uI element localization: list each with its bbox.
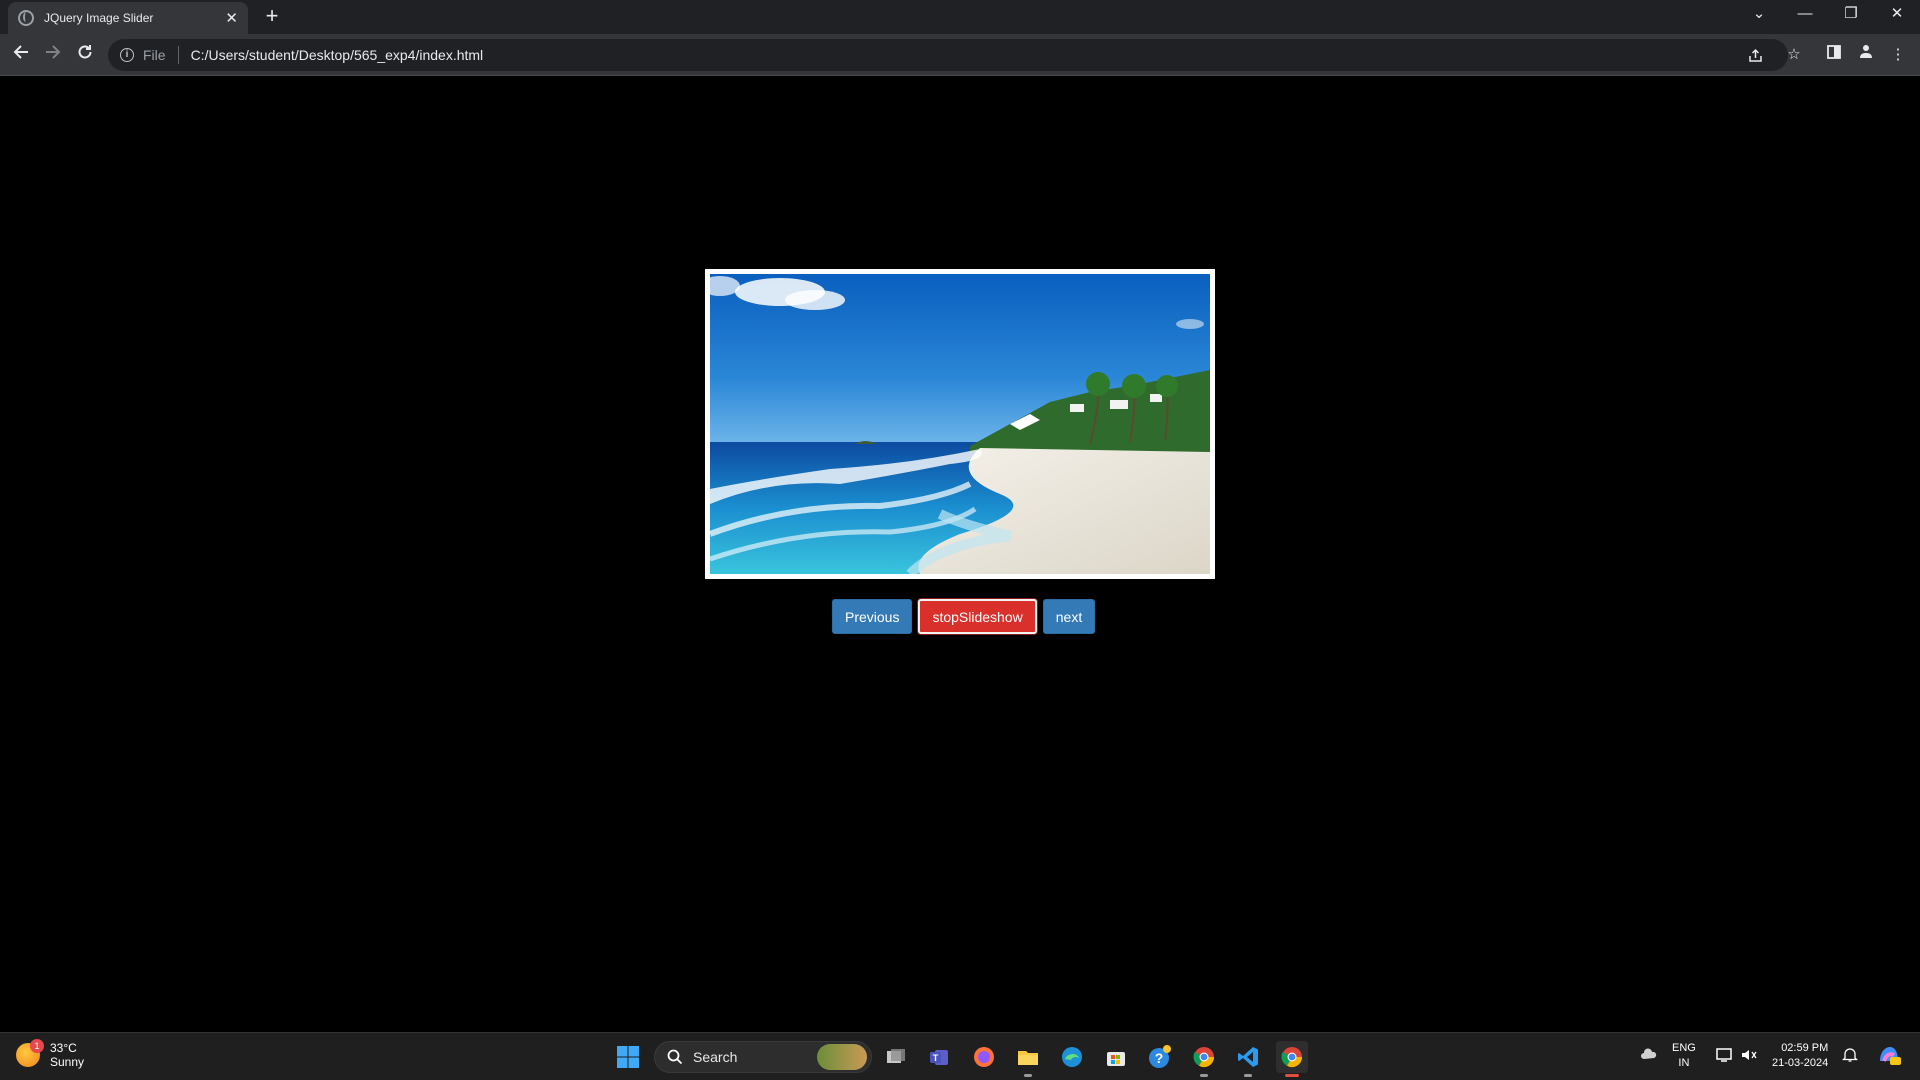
close-window-icon[interactable]: ✕: [1874, 0, 1920, 30]
windows-taskbar: 1 33°C Sunny Search T ? ENG IN 02:59 PM …: [0, 1032, 1920, 1080]
active-indicator: [1285, 1074, 1299, 1077]
language-top: ENG: [1672, 1042, 1696, 1054]
tab-title: JQuery Image Slider: [44, 11, 154, 25]
sun-icon: 1: [16, 1039, 44, 1067]
speaker-muted-icon[interactable]: [1740, 1047, 1758, 1068]
previous-button[interactable]: Previous: [832, 599, 913, 634]
svg-text:?: ?: [1155, 1050, 1164, 1066]
running-indicator: [1200, 1074, 1208, 1077]
svg-text:T: T: [933, 1053, 939, 1063]
display-icon[interactable]: [1716, 1047, 1734, 1068]
windows-start-icon[interactable]: [612, 1041, 644, 1073]
next-button[interactable]: next: [1042, 599, 1096, 634]
share-icon[interactable]: [1748, 39, 1763, 71]
clock[interactable]: 02:59 PM 21-03-2024: [1772, 1041, 1828, 1071]
browser-titlebar: JQuery Image Slider ✕ + ⌄ — ❐ ✕: [0, 0, 1920, 34]
language-indicator[interactable]: ENG IN: [1672, 1041, 1696, 1071]
notification-bell-icon[interactable]: [1841, 1047, 1859, 1068]
omnibox-divider: [177, 46, 179, 64]
chrome-active-icon[interactable]: [1276, 1041, 1308, 1077]
slider-controls: Previous stopSlideshow next: [832, 599, 1096, 634]
profile-icon[interactable]: [1852, 40, 1880, 70]
globe-icon: [18, 10, 34, 26]
search-highlight-icon: [817, 1044, 867, 1070]
url-text[interactable]: C:/Users/student/Desktop/565_exp4/index.…: [191, 47, 484, 63]
notification-badge: 1: [30, 1039, 44, 1053]
chrome-icon[interactable]: [1188, 1041, 1220, 1077]
page-viewport: Previous stopSlideshow next: [0, 77, 1920, 1032]
vscode-icon[interactable]: [1232, 1041, 1264, 1077]
search-placeholder: Search: [693, 1049, 738, 1065]
file-explorer-icon[interactable]: [1012, 1041, 1044, 1077]
restore-icon[interactable]: ❐: [1828, 0, 1874, 30]
teams-icon[interactable]: T: [924, 1041, 956, 1073]
reload-icon[interactable]: [70, 40, 100, 70]
running-indicator: [1024, 1074, 1032, 1077]
firefox-icon[interactable]: [968, 1041, 1000, 1073]
side-panel-icon[interactable]: [1820, 40, 1848, 70]
tab-search-icon[interactable]: ⌄: [1736, 0, 1782, 30]
stop-slideshow-button[interactable]: stopSlideshow: [918, 599, 1037, 634]
menu-icon[interactable]: ⋮: [1884, 40, 1912, 70]
network-cloud-icon[interactable]: [1640, 1047, 1658, 1068]
new-tab-button[interactable]: +: [258, 4, 286, 30]
running-indicator: [1244, 1074, 1252, 1077]
forward-icon[interactable]: [38, 40, 68, 70]
bookmark-star-icon[interactable]: ☆: [1780, 40, 1808, 70]
task-view-icon[interactable]: [880, 1041, 912, 1073]
language-bottom: IN: [1678, 1057, 1690, 1069]
tab-close-icon[interactable]: ✕: [225, 9, 238, 27]
weather-temperature: 33°C: [50, 1041, 77, 1055]
scheme-label: File: [143, 47, 166, 63]
edge-icon[interactable]: [1056, 1041, 1088, 1073]
clock-time: 02:59 PM: [1781, 1042, 1829, 1054]
active-tab[interactable]: JQuery Image Slider ✕: [8, 2, 248, 34]
browser-toolbar: i File C:/Users/student/Desktop/565_exp4…: [0, 34, 1920, 76]
search-icon: [667, 1049, 683, 1065]
info-icon[interactable]: i: [120, 48, 134, 62]
address-bar[interactable]: i File C:/Users/student/Desktop/565_exp4…: [108, 39, 1788, 71]
weather-condition: Sunny: [50, 1055, 85, 1069]
beach-photo: [710, 274, 1210, 574]
store-icon[interactable]: [1100, 1041, 1132, 1073]
taskbar-search-box[interactable]: Search: [654, 1041, 872, 1073]
copilot-icon[interactable]: [1876, 1043, 1902, 1072]
help-icon[interactable]: ?: [1144, 1041, 1176, 1073]
minimize-icon[interactable]: —: [1782, 0, 1828, 30]
slide-image: [705, 269, 1215, 579]
weather-widget[interactable]: 1 33°C Sunny: [16, 1039, 85, 1069]
back-icon[interactable]: [6, 40, 36, 70]
clock-date: 21-03-2024: [1772, 1057, 1829, 1069]
